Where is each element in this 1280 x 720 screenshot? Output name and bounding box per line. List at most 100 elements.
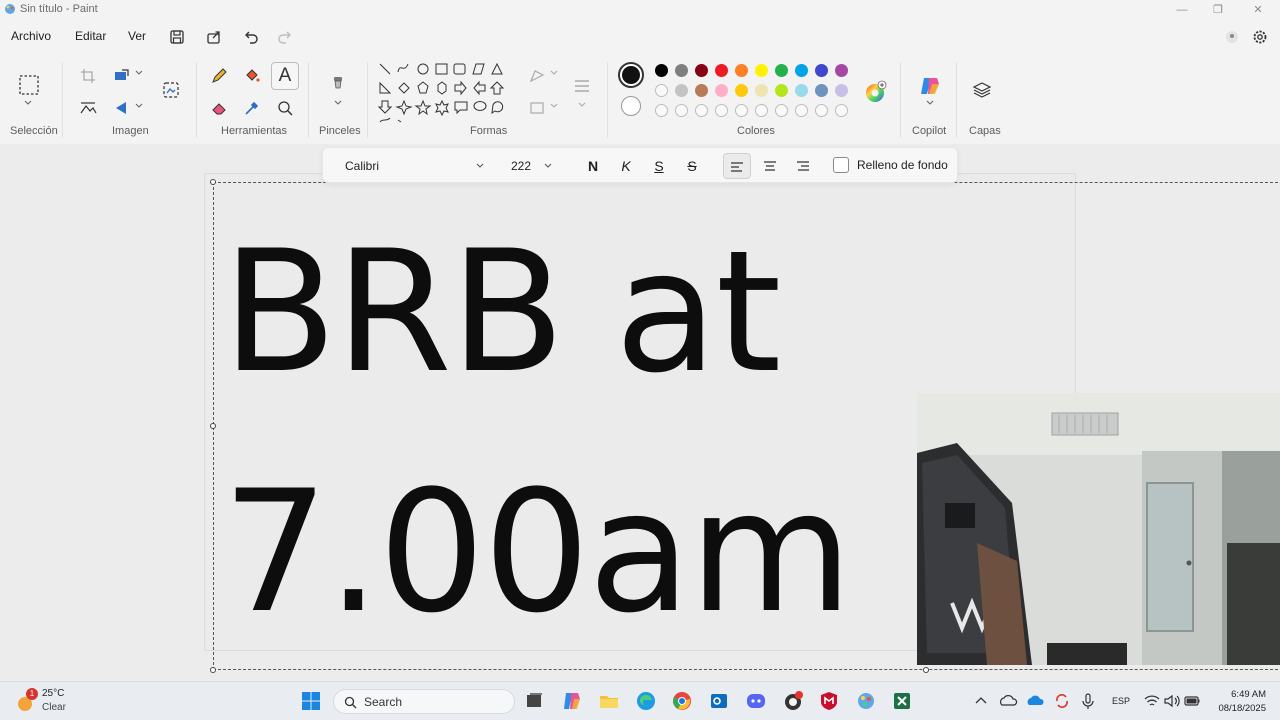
underline-button[interactable]: S [645,153,673,179]
resize-handle[interactable] [210,179,216,185]
brush-icon[interactable] [328,74,348,94]
color-swatch[interactable] [675,64,688,77]
undo-icon[interactable] [241,27,261,47]
minimize-button[interactable]: — [1162,2,1202,18]
line-size-icon[interactable] [572,76,592,96]
color-swatch[interactable] [695,64,708,77]
italic-button[interactable]: K [612,153,640,179]
close-button[interactable]: ✕ [1238,2,1278,18]
fill-bucket-icon[interactable] [242,66,262,86]
system-clock[interactable]: 6:49 AM 08/18/2025 [1218,688,1266,716]
font-family-dropdown[interactable]: Calibri [335,153,493,179]
color-swatch[interactable] [835,104,848,117]
menu-file[interactable]: Archivo [11,29,51,43]
weather-temperature[interactable]: 25°C [42,688,64,699]
sync-icon[interactable] [1052,690,1072,712]
settings-gear-icon[interactable] [1250,27,1270,47]
obs-recording-icon[interactable] [782,690,804,712]
font-size-dropdown[interactable]: 222 [501,153,561,179]
task-view-icon[interactable] [523,690,545,712]
discord-icon[interactable] [745,690,767,712]
color-swatch[interactable] [755,84,768,97]
account-icon[interactable] [1222,27,1242,47]
color-swatch[interactable] [795,104,808,117]
outlook-icon[interactable] [708,690,730,712]
crop-icon[interactable] [78,66,98,86]
chevron-down-icon[interactable] [133,101,145,111]
microphone-icon[interactable] [1078,690,1098,712]
color-swatch[interactable] [775,104,788,117]
save-icon[interactable] [167,27,187,47]
resize-icon[interactable] [112,66,132,86]
onedrive-icon[interactable] [998,690,1018,712]
color-swatch[interactable] [715,84,728,97]
align-right-button[interactable] [789,153,817,179]
color-swatch[interactable] [735,64,748,77]
align-center-button[interactable] [756,153,784,179]
color-swatch[interactable] [815,84,828,97]
shape-fill-icon[interactable] [527,98,547,118]
windows-start-icon[interactable] [300,690,322,712]
resize-handle[interactable] [923,667,929,673]
color-swatch[interactable] [775,64,788,77]
chevron-down-icon[interactable] [332,98,344,108]
menu-view[interactable]: Ver [128,29,146,43]
color-swatch[interactable] [655,84,668,97]
wifi-icon[interactable] [1142,690,1162,712]
color-swatch[interactable] [695,84,708,97]
image-adjust-icon[interactable] [78,98,98,118]
chevron-down-icon[interactable] [576,100,588,110]
onedrive-cloud-icon[interactable] [1025,690,1045,712]
image-select-icon[interactable] [161,80,181,100]
chevron-up-icon[interactable] [972,690,990,712]
secondary-color-selector[interactable] [621,96,641,116]
text-tool-button[interactable]: A [271,62,299,90]
color-swatch[interactable] [835,64,848,77]
primary-color-selector[interactable] [618,62,644,88]
align-left-button[interactable] [723,153,751,179]
color-swatch[interactable] [735,84,748,97]
color-swatch[interactable] [795,64,808,77]
volume-icon[interactable] [1162,690,1182,712]
chevron-down-icon[interactable] [22,98,34,108]
selection-rectangle-icon[interactable] [18,74,40,96]
magnifier-icon[interactable] [275,98,295,118]
color-swatch[interactable] [675,84,688,97]
weather-description[interactable]: Clear [42,702,66,713]
battery-icon[interactable] [1182,690,1202,712]
copilot-taskbar-icon[interactable] [561,690,583,712]
color-swatch[interactable] [835,84,848,97]
color-swatch[interactable] [735,104,748,117]
color-swatch[interactable] [655,64,668,77]
rotate-icon[interactable] [112,98,132,118]
color-picker-icon[interactable] [242,98,262,118]
chevron-down-icon[interactable] [924,98,936,108]
chevron-down-icon[interactable] [133,68,145,78]
chevron-down-icon[interactable] [548,101,560,111]
copilot-icon[interactable] [918,74,942,98]
shape-outline-icon[interactable] [527,66,547,86]
resize-handle[interactable] [210,667,216,673]
menu-edit[interactable]: Editar [75,29,106,43]
color-swatch[interactable] [795,84,808,97]
resize-handle[interactable] [210,423,216,429]
strikethrough-button[interactable]: S [678,153,706,179]
excel-icon[interactable] [891,690,913,712]
maximize-button[interactable]: ❐ [1198,2,1238,18]
background-fill-checkbox[interactable] [833,157,849,173]
color-swatch[interactable] [695,104,708,117]
color-swatch[interactable] [755,64,768,77]
color-swatch[interactable] [775,84,788,97]
edit-colors-icon[interactable] [864,80,888,104]
bold-button[interactable]: N [579,153,607,179]
color-swatch[interactable] [715,104,728,117]
layers-icon[interactable] [972,80,992,100]
chevron-down-icon[interactable] [548,68,560,78]
color-swatch[interactable] [755,104,768,117]
color-swatch[interactable] [655,104,668,117]
edge-browser-icon[interactable] [635,690,657,712]
share-icon[interactable] [204,27,224,47]
color-swatch[interactable] [715,64,728,77]
redo-icon[interactable] [275,27,295,47]
shapes-gallery[interactable] [376,60,516,124]
